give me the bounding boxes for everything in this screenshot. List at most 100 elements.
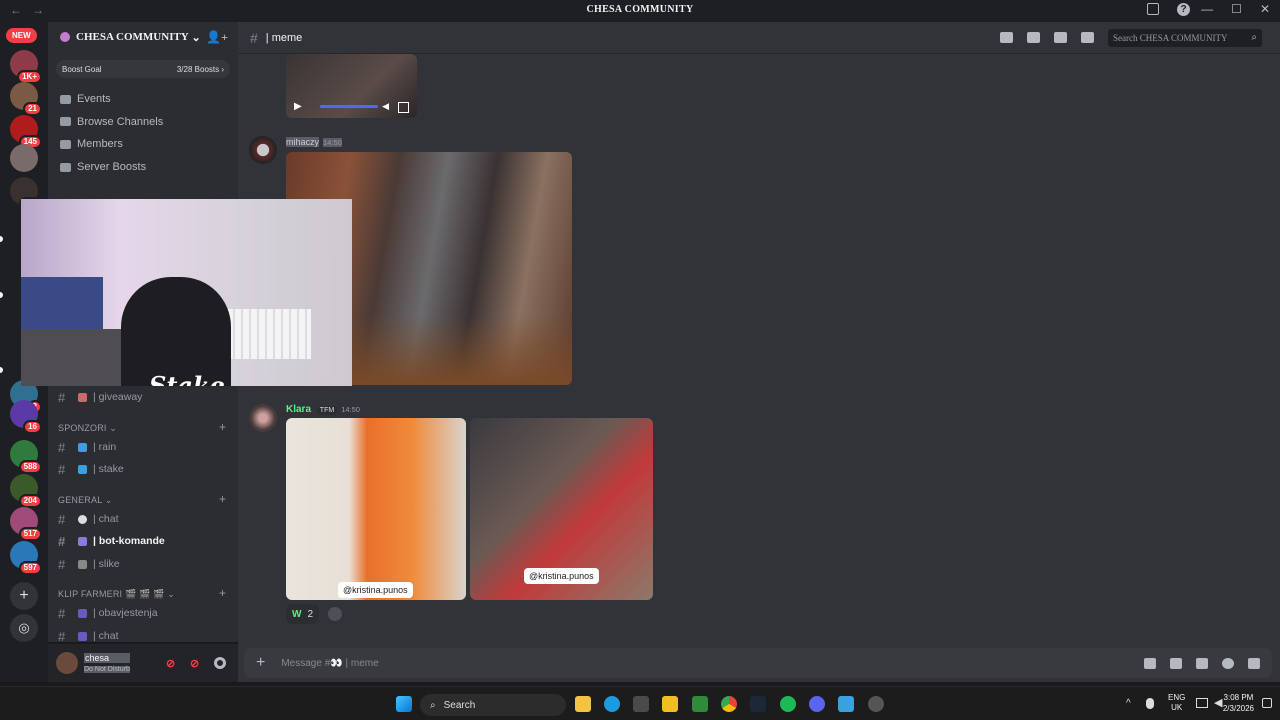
- pin-icon[interactable]: [1054, 32, 1067, 43]
- boost-goal-bar[interactable]: Boost Goal 3/28 Boosts ›: [56, 60, 230, 78]
- spotify-icon[interactable]: [780, 696, 796, 712]
- chat-header: # | meme Search CHESA COMMUNITY ⌕: [238, 22, 1280, 54]
- inbox-icon[interactable]: [1147, 3, 1159, 15]
- microphone-icon[interactable]: [1146, 698, 1154, 709]
- message-author[interactable]: mihaczy: [286, 137, 320, 147]
- menu-members[interactable]: Members: [48, 133, 238, 156]
- server-icon[interactable]: 204: [10, 474, 42, 508]
- language-indicator[interactable]: ENG UK: [1168, 693, 1185, 713]
- notifications-icon[interactable]: [1262, 698, 1272, 708]
- discord-icon[interactable]: [809, 696, 825, 712]
- tv-screen: [21, 277, 103, 335]
- close-button[interactable]: ✕: [1260, 2, 1270, 16]
- window-title: CHESA COMMUNITY: [586, 4, 694, 15]
- webcam-overlay: Stake: [21, 199, 352, 386]
- sticker-icon[interactable]: [1196, 657, 1208, 669]
- minimize-button[interactable]: —: [1201, 2, 1213, 16]
- server-icon[interactable]: [10, 144, 38, 172]
- server-icon[interactable]: 597: [10, 541, 42, 575]
- channel-hash-icon: #: [250, 29, 258, 46]
- steam-icon[interactable]: [750, 696, 766, 712]
- channel-chat[interactable]: # | chat: [58, 509, 230, 529]
- member-list-icon[interactable]: [1081, 32, 1094, 43]
- message-input[interactable]: Message #👀 | meme: [281, 658, 378, 669]
- clock[interactable]: 3:08 PM 2/3/2026: [1223, 692, 1254, 714]
- server-icon[interactable]: 588: [10, 440, 42, 474]
- add-server-icon[interactable]: +: [10, 582, 38, 610]
- tray-chevron-icon[interactable]: ^: [1126, 698, 1131, 709]
- title-bar: ← → CHESA COMMUNITY ? — ☐ ✕: [0, 0, 1280, 22]
- channel-chat-2[interactable]: # | chat: [58, 626, 230, 646]
- channel-slike[interactable]: # | slike: [58, 554, 230, 574]
- menu-server-boosts[interactable]: Server Boosts: [48, 156, 238, 179]
- reaction-button[interactable]: W2: [286, 604, 320, 624]
- gift-icon[interactable]: [1144, 657, 1156, 669]
- add-channel-icon[interactable]: +: [219, 492, 226, 506]
- settings-gear-icon[interactable]: [214, 657, 226, 669]
- server-icon[interactable]: 1K+: [10, 50, 42, 84]
- streamer: [121, 277, 231, 386]
- volume-icon[interactable]: ◀: [1214, 696, 1222, 709]
- add-channel-icon[interactable]: +: [219, 420, 226, 434]
- server-icon[interactable]: 16: [10, 400, 42, 434]
- add-channel-icon[interactable]: +: [219, 586, 226, 600]
- file-explorer-icon[interactable]: [575, 696, 591, 712]
- search-input[interactable]: Search CHESA COMMUNITY ⌕: [1108, 28, 1262, 47]
- threads-icon[interactable]: [1000, 32, 1013, 43]
- avatar[interactable]: [56, 652, 78, 674]
- category-sponzori[interactable]: SPONZORI ⌄: [58, 423, 117, 434]
- edge-icon[interactable]: [604, 696, 620, 712]
- avatar[interactable]: [249, 136, 277, 164]
- guild-header[interactable]: CHESA COMMUNITY ⌄ 👤+: [48, 22, 238, 52]
- channel-rain[interactable]: # | rain: [58, 437, 230, 457]
- app-icon[interactable]: [692, 696, 708, 712]
- stake-logo: Stake: [149, 371, 225, 386]
- menu-events[interactable]: Events: [48, 88, 238, 111]
- category-general[interactable]: GENERAL ⌄: [58, 495, 113, 506]
- maximize-button[interactable]: ☐: [1231, 2, 1242, 16]
- help-icon[interactable]: ?: [1177, 3, 1190, 16]
- windows-start-icon[interactable]: [396, 696, 412, 712]
- volume-icon: ◀: [382, 101, 389, 111]
- mute-mic-icon[interactable]: ⊘: [166, 657, 178, 670]
- discover-icon[interactable]: ◎: [10, 614, 38, 642]
- gif-icon[interactable]: [1170, 657, 1182, 669]
- server-icon[interactable]: 21: [10, 82, 42, 116]
- search-icon: ⌕: [430, 699, 436, 711]
- network-icon[interactable]: [1196, 698, 1208, 708]
- username: chesa: [84, 653, 130, 663]
- add-user-icon[interactable]: 👤+: [206, 30, 228, 45]
- notepad-icon[interactable]: [838, 696, 854, 712]
- message-composer[interactable]: + Message #👀 | meme: [244, 648, 1272, 678]
- apps-icon[interactable]: [1248, 657, 1260, 669]
- chrome-icon[interactable]: [721, 696, 737, 712]
- channel-name: | meme: [265, 31, 303, 44]
- menu-browse-channels[interactable]: Browse Channels: [48, 111, 238, 134]
- category-klip-farmeri[interactable]: KLIP FARMERI 🎬 🎬 🎬 ⌄: [58, 589, 175, 600]
- boost-icon: [60, 162, 71, 172]
- app-icon[interactable]: [662, 696, 678, 712]
- notification-icon[interactable]: [1027, 32, 1040, 43]
- guild-icon: [60, 32, 70, 42]
- app-icon[interactable]: [868, 696, 884, 712]
- taskbar-search[interactable]: ⌕ Search: [420, 694, 566, 716]
- taskbar: ⌕ Search ^ ENG UK ◀ 3:08 PM 2/3/2026: [0, 686, 1280, 720]
- avatar[interactable]: [249, 404, 277, 432]
- photo-attachment[interactable]: @kristina.punos: [470, 418, 653, 600]
- emoji-icon[interactable]: [1222, 657, 1234, 669]
- deafen-icon[interactable]: ⊘: [190, 657, 202, 670]
- timestamp: 14:50: [341, 405, 360, 414]
- server-icon[interactable]: 517: [10, 507, 42, 541]
- message-author[interactable]: Klara: [286, 404, 311, 415]
- photo-attachment[interactable]: @kristina.punos: [286, 418, 466, 600]
- channel-obavjestenja[interactable]: # | obavjestenja: [58, 603, 230, 623]
- channel-stake[interactable]: # | stake: [58, 459, 230, 479]
- video-attachment[interactable]: ▶ ◀: [286, 54, 417, 118]
- calendar-icon: [60, 94, 71, 104]
- channel-giveaway[interactable]: # | giveaway: [58, 387, 230, 407]
- channel-bot-komande[interactable]: # | bot-komande: [58, 531, 230, 551]
- add-reaction-icon[interactable]: [328, 607, 342, 621]
- server-icon[interactable]: 145: [10, 115, 42, 149]
- store-icon[interactable]: [633, 696, 649, 712]
- attach-plus-icon[interactable]: +: [256, 654, 265, 672]
